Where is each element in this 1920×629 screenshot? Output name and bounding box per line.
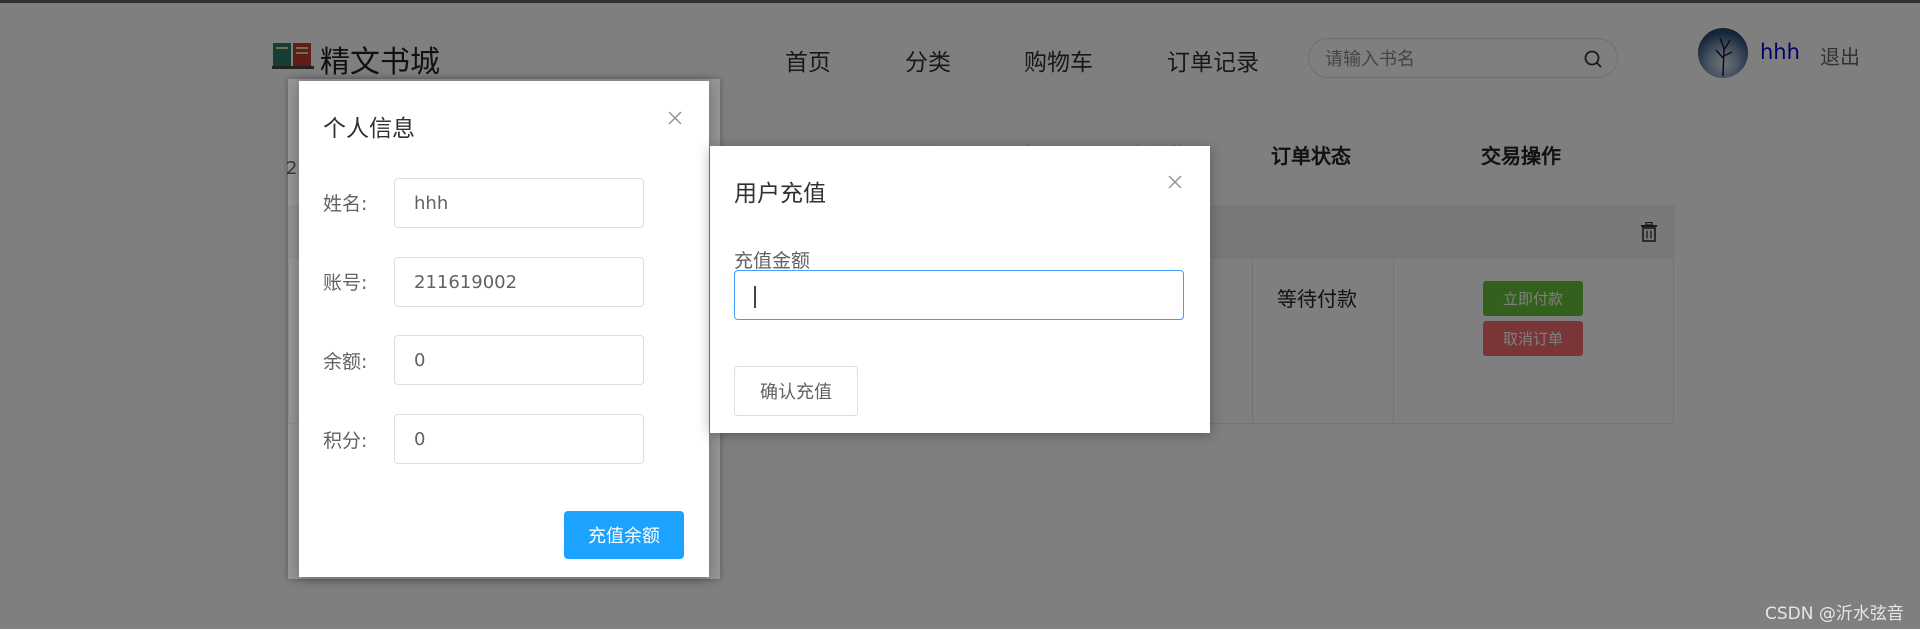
name-label: 姓名: [323,193,368,215]
close-icon[interactable] [667,110,683,126]
watermark: CSDN @沂水弦音 [1765,604,1904,624]
dialog-title: 个人信息 [323,116,415,142]
account-field[interactable] [394,257,644,307]
amount-label: 充值金额 [734,250,811,272]
user-recharge-dialog: 用户充值 充值金额 确认充值 [710,146,1210,433]
balance-field[interactable] [394,335,644,385]
confirm-recharge-button[interactable]: 确认充值 [734,366,858,416]
points-field[interactable] [394,414,644,464]
personal-info-dialog: 个人信息 姓名: 账号: 余额: 积分: 充值余额 [299,81,709,577]
close-icon[interactable] [1167,174,1183,190]
account-label: 账号: [323,272,368,294]
text-cursor [754,286,756,308]
balance-label: 余额: [323,351,368,373]
amount-input[interactable] [734,270,1184,320]
recharge-balance-button[interactable]: 充值余额 [564,511,684,559]
dialog-title: 用户充值 [734,181,826,207]
name-field[interactable] [394,178,644,228]
points-label: 积分: [323,430,368,452]
